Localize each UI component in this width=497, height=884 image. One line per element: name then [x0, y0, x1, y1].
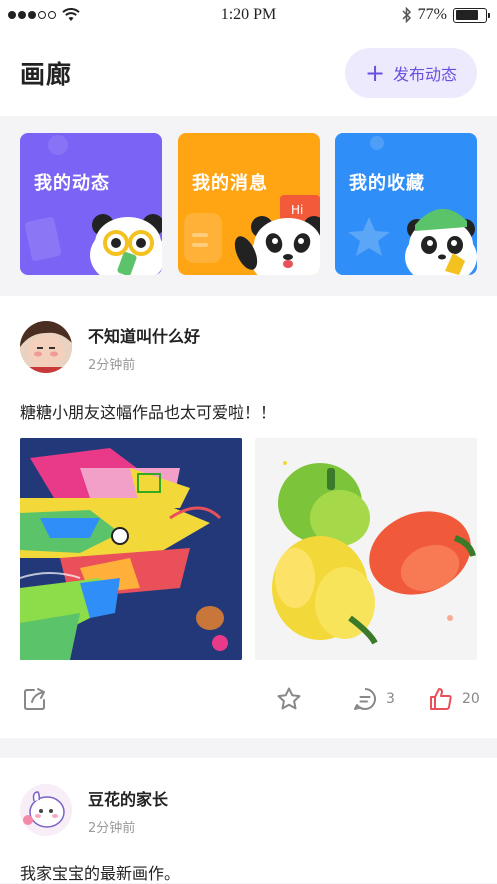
avatar[interactable]: [20, 784, 72, 836]
comment-count: 3: [386, 691, 395, 707]
like-button[interactable]: 20: [428, 686, 480, 712]
battery-percent: 77%: [417, 6, 447, 23]
card-label: 我的动态: [34, 173, 110, 194]
panda-glasses-illustration: [24, 135, 162, 275]
post-card: 不知道叫什么好 2分钟前 糖糖小朋友这幅作品也太可爱啦！！ 3 20: [0, 296, 497, 738]
panda-hi-illustration: Hi: [184, 195, 320, 275]
status-left: [8, 8, 80, 22]
battery-icon: [453, 7, 490, 23]
share-button[interactable]: [22, 686, 48, 712]
category-cards: 我的动态 Hi 我的消息 我的收藏: [0, 118, 497, 296]
panda-cap-illustration: [348, 136, 477, 275]
card-my-messages[interactable]: Hi 我的消息: [178, 133, 320, 275]
post-button-label: 发布动态: [393, 65, 458, 84]
post-button[interactable]: + 发布动态: [345, 48, 477, 98]
status-right: 77%: [402, 6, 490, 24]
card-label: 我的消息: [192, 173, 268, 194]
share-icon: [24, 688, 45, 710]
card-my-posts[interactable]: 我的动态: [20, 133, 162, 275]
status-bar: 1:20 PM 77%: [0, 0, 497, 30]
thumbs-up-icon: [430, 688, 452, 710]
post-time: 2分钟前: [88, 821, 136, 836]
post-text: 我家宝宝的最新画作。: [20, 864, 181, 883]
avatar[interactable]: [20, 321, 72, 373]
comment-button[interactable]: 3: [352, 686, 395, 712]
plus-icon: +: [364, 59, 386, 87]
post-time: 2分钟前: [88, 358, 136, 373]
post-card: 豆花的家长 2分钟前 我家宝宝的最新画作。: [0, 758, 497, 883]
post-text: 糖糖小朋友这幅作品也太可爱啦！！: [20, 403, 277, 422]
user-name[interactable]: 豆花的家长: [88, 786, 168, 810]
comment-icon: [354, 688, 376, 710]
favorite-button[interactable]: [276, 686, 302, 712]
post-image-kids-drawing[interactable]: [20, 438, 242, 660]
bluetooth-icon: [402, 7, 411, 23]
like-count: 20: [462, 691, 480, 707]
user-name[interactable]: 不知道叫什么好: [88, 323, 200, 347]
card-label: 我的收藏: [349, 173, 425, 194]
wifi-icon: [62, 8, 80, 21]
card-badge-text: Hi: [291, 203, 303, 217]
card-my-favorites[interactable]: 我的收藏: [335, 133, 477, 275]
header: 画廊 + 发布动态: [0, 30, 497, 116]
signal-icon: [8, 11, 56, 19]
page-title: 画廊: [20, 60, 73, 89]
star-icon: [277, 687, 301, 710]
post-image-peppers[interactable]: [255, 438, 477, 660]
